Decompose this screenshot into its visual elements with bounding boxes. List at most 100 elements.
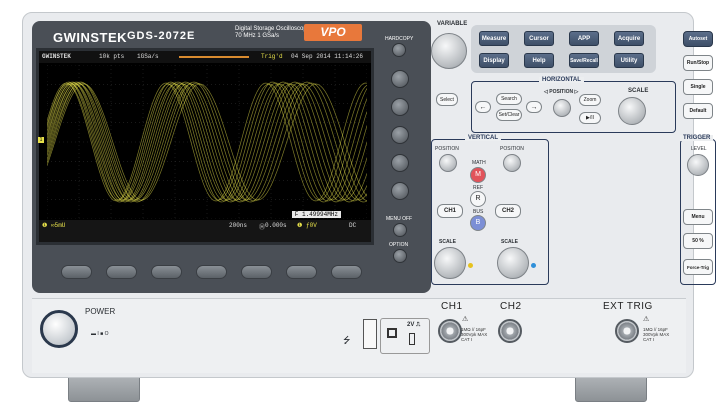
power-states: ▬ I ■ O [91, 331, 109, 337]
variable-label: VARIABLE [437, 21, 468, 27]
side-menu-button-4[interactable] [391, 154, 409, 172]
ch1-bnc-connector[interactable] [438, 319, 462, 343]
trigger-level-label: LEVEL [691, 146, 707, 152]
hardcopy-button[interactable] [392, 43, 406, 57]
menu-off-label: MENU OFF [386, 216, 413, 222]
ext-trig-bnc-connector[interactable] [615, 319, 639, 343]
zoom-button[interactable]: Zoom [579, 94, 601, 106]
model-subtitle: Digital Storage Oscilloscope 70 MHz 1 GS… [235, 26, 311, 39]
ch2-button[interactable]: CH2 [495, 204, 521, 218]
frequency-readout: F 1.49994MHz [291, 211, 341, 218]
measure-button[interactable]: Measure [479, 31, 509, 46]
softkey-2[interactable] [106, 265, 137, 279]
timebase: 200ns [229, 222, 248, 229]
ext-trig-label: EXT TRIG [603, 301, 653, 312]
trigger-menu-button[interactable]: Menu [683, 209, 713, 225]
datetime: 04 Sep 2014 11:14:26 [291, 53, 364, 60]
select-button[interactable]: Select [436, 93, 458, 106]
search-button[interactable]: Search [496, 93, 522, 105]
variable-knob[interactable] [431, 33, 467, 69]
coupling: DC [349, 222, 357, 229]
softkey-1[interactable] [61, 265, 92, 279]
option-button[interactable] [393, 249, 407, 263]
math-button[interactable]: M [470, 167, 486, 183]
trigger-title: TRIGGER [680, 135, 714, 141]
ch1-input-spec: 1MΩ // 16pF 300Vpk MAX CAT I [461, 327, 488, 342]
search-right-button[interactable]: → [526, 101, 542, 113]
ch2-color-dot [531, 263, 536, 268]
ch2-position-label: POSITION [500, 146, 524, 152]
oscilloscope-body: GWINSTEK GDS-2072E Digital Storage Oscil… [22, 12, 716, 378]
side-menu-button-5[interactable] [391, 182, 409, 200]
run-stop-button[interactable]: Run/Stop [683, 55, 713, 71]
trigger-level-knob[interactable] [687, 154, 709, 176]
ch2-position-knob[interactable] [503, 154, 521, 172]
help-button[interactable]: Help [524, 53, 554, 68]
softkey-4[interactable] [196, 265, 227, 279]
single-button[interactable]: Single [683, 79, 713, 95]
cursor-button[interactable]: Cursor [524, 31, 554, 46]
usb-port[interactable] [363, 319, 377, 349]
play-pause-button[interactable]: ▶/II [579, 112, 601, 124]
info-bar: ❶ ∞ 5mU 200ns Ⓗ 0.000s ❶ ƒ 0V DC [39, 220, 371, 242]
ch1-warning-icon: ⚠ [462, 316, 469, 323]
math-label: MATH [472, 160, 486, 166]
horizontal-scale-knob[interactable] [618, 97, 646, 125]
side-menu-button-3[interactable] [391, 126, 409, 144]
power-label: POWER [85, 307, 116, 316]
power-button[interactable] [40, 310, 78, 348]
ch1-button[interactable]: CH1 [437, 204, 463, 218]
ch2-bnc-connector[interactable] [498, 319, 522, 343]
display-button[interactable]: Display [479, 53, 509, 68]
ch1-scale-knob[interactable] [434, 247, 466, 279]
horizontal-position-label: ◁ POSITION ▷ [544, 89, 579, 95]
ext-warning-icon: ⚠ [643, 316, 650, 323]
horizontal-offset: Ⓗ 0.000s [259, 222, 287, 231]
menu-off-button[interactable] [393, 223, 407, 237]
ch1-input-label: CH1 [441, 301, 463, 312]
set-clear-button[interactable]: Set/Clear [496, 109, 522, 121]
probe-comp-label: 2V ⎍ [407, 322, 421, 328]
acquire-button[interactable]: Acquire [614, 31, 644, 46]
ref-button[interactable]: R [470, 191, 486, 207]
ch1-position-label: POSITION [435, 146, 459, 152]
sample-rate: 1GSa/s [137, 53, 159, 60]
vertical-title: VERTICAL [465, 135, 501, 141]
side-menu-button-1[interactable] [391, 70, 409, 88]
front-connector-strip [32, 298, 686, 373]
horizontal-position-knob[interactable] [553, 99, 571, 117]
bus-button[interactable]: B [470, 215, 486, 231]
side-menu-button-2[interactable] [391, 98, 409, 116]
force-trig-button[interactable]: Force-Trig [683, 259, 713, 275]
ch1-scale: ❶ ∞ 5mU [42, 222, 66, 229]
ch2-scale-label: SCALE [501, 239, 518, 245]
ext-input-spec: 1MΩ // 16pF 300Vpk MAX CAT I [643, 327, 670, 342]
softkey-5[interactable] [241, 265, 272, 279]
horizontal-scale-label: SCALE [628, 88, 649, 94]
display-logo: GWINSTEK [42, 53, 71, 60]
ch2-input-label: CH2 [500, 301, 522, 312]
hardcopy-label: HARDCOPY [385, 36, 414, 42]
record-length: 10k pts [99, 53, 125, 60]
default-button[interactable]: Default [683, 103, 713, 119]
vpo-badge: VPO [304, 24, 362, 41]
softkey-6[interactable] [286, 265, 317, 279]
ch1-scale-label: SCALE [439, 239, 456, 245]
fifty-percent-button[interactable]: 50 % [683, 233, 713, 249]
trigger-status: Trig'd [261, 53, 283, 60]
ch1-ground-marker: 1 [38, 137, 44, 143]
ch1-position-knob[interactable] [439, 154, 457, 172]
brand-logo: GWINSTEK [53, 30, 128, 45]
utility-button[interactable]: Utility [614, 53, 644, 68]
softkey-3[interactable] [151, 265, 182, 279]
lcd-display: GWINSTEK 10k pts 1GSa/s Trig'd 04 Sep 20… [36, 48, 374, 245]
autoset-button[interactable]: Autoset [683, 31, 713, 47]
ground-terminal [409, 333, 415, 345]
option-label: OPTION [389, 242, 409, 248]
usb-icon: ⭍ [343, 335, 351, 345]
softkey-7[interactable] [331, 265, 362, 279]
ch2-scale-knob[interactable] [497, 247, 529, 279]
search-left-button[interactable]: ← [475, 101, 491, 113]
save-recall-button[interactable]: Save/Recall [569, 53, 599, 68]
app-button[interactable]: APP [569, 31, 599, 46]
